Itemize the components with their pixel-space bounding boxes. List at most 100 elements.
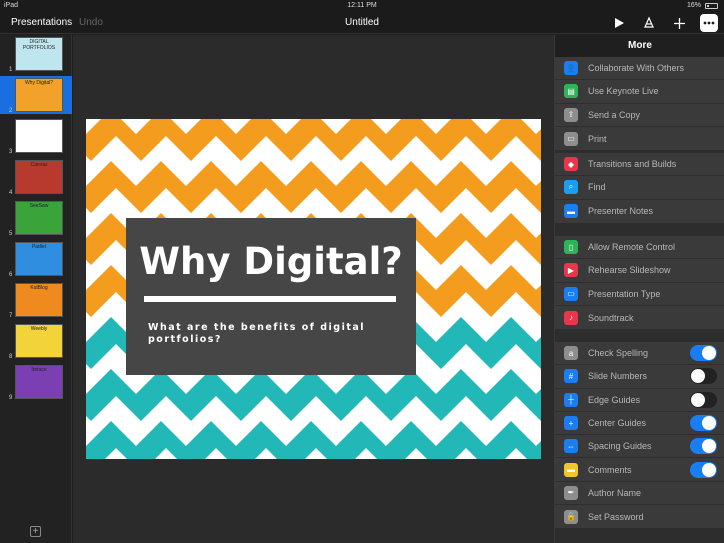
diamond-icon: ◆ [564, 157, 578, 172]
menu-item-center-guides[interactable]: + Center Guides [555, 412, 724, 436]
menu-item-edge-guides[interactable]: ┼ Edge Guides [555, 389, 724, 412]
slide-thumbnail-label: Canvas [30, 162, 48, 168]
share-icon: ⇧ [564, 107, 578, 122]
slide-navigator: 1 DIGITAL PORTFOLIOS 2 Why Digital? 3 4 Canvas… [0, 35, 72, 543]
hash-icon: # [564, 369, 578, 384]
menu-item-label: Send a Copy [588, 109, 641, 120]
toggle-knob [702, 439, 716, 454]
print-icon: ▭ [564, 131, 578, 146]
title-rule [144, 296, 396, 302]
slide-thumbnail-row[interactable]: 1 DIGITAL PORTFOLIOS [0, 35, 72, 73]
spacing-guides-icon: ⇔ [564, 439, 578, 454]
slide-thumbnail[interactable]: Why Digital? [15, 78, 63, 112]
slide-thumbnail-row[interactable]: 3 [0, 117, 72, 155]
menu-group: 👤 Collaborate With Others ▤ Use Keynote Liv… [555, 57, 724, 151]
edge-guides-icon: ┼ [564, 392, 578, 407]
slide-number: 5 [9, 231, 13, 237]
slide-thumbnail-row[interactable]: 9 Ibtrace [0, 363, 72, 401]
slide-title[interactable]: Why Digital? [126, 240, 416, 283]
slide-thumbnail-row[interactable]: 5 SeeSaw [0, 199, 72, 237]
menu-item-slide-numbers[interactable]: # Slide Numbers [555, 365, 724, 389]
slide-thumbnail-label: Ibtrace [31, 367, 47, 373]
lock-icon: 🔒 [564, 509, 578, 524]
panel-title: More [555, 35, 724, 57]
slide-thumbnail-label: Why Digital? [24, 80, 54, 86]
toggle-knob [702, 462, 716, 477]
menu-item-set-password[interactable]: 🔒 Set Password [555, 505, 724, 528]
slide-thumbnail[interactable]: Canvas [15, 160, 63, 194]
slide-thumbnail-row[interactable]: 8 Weebly [0, 322, 72, 360]
menu-item-allow-remote-control[interactable]: ▯ Allow Remote Control [555, 236, 724, 260]
slide-number: 6 [9, 272, 13, 278]
notes-icon: ▬ [564, 204, 578, 219]
slide-thumbnail-label: KidBlog [30, 285, 48, 291]
slide-thumbnail-label: SeeSaw [29, 203, 49, 209]
menu-item-find[interactable]: ⌕ Find [555, 176, 724, 200]
menu-item-label: Check Spelling [588, 348, 649, 359]
menu-item-use-keynote-live[interactable]: ▤ Use Keynote Live [555, 80, 724, 104]
slide-thumbnail[interactable]: Padlet [15, 242, 63, 276]
toggle-switch[interactable] [690, 368, 717, 385]
battery-percent: 16% [686, 2, 701, 9]
menu-item-label: Author Name [588, 487, 642, 498]
toggle-switch[interactable] [690, 345, 717, 362]
menu-item-comments[interactable]: ▬ Comments [555, 458, 724, 482]
toggle-knob [691, 392, 705, 407]
slide-thumbnail[interactable]: SeeSaw [15, 201, 63, 235]
presentations-button[interactable]: Presentations [11, 17, 72, 28]
menu-item-send-a-copy[interactable]: ⇧ Send a Copy [555, 104, 724, 127]
slide-number: 3 [9, 149, 13, 155]
toggle-knob [702, 346, 716, 361]
search-icon: ⌕ [564, 180, 578, 195]
menu-item-presenter-notes[interactable]: ▬ Presenter Notes [555, 200, 724, 223]
slide-subtitle[interactable]: What are the benefits of digital portfol… [148, 322, 398, 346]
menu-item-rehearse-slideshow[interactable]: ▶ Rehearse Slideshow [555, 259, 724, 283]
slide-canvas[interactable]: Why Digital? What are the benefits of di… [73, 35, 554, 543]
slide-thumbnail[interactable]: KidBlog [15, 283, 63, 317]
undo-button[interactable]: Undo [79, 17, 103, 28]
menu-item-transitions-and-builds[interactable]: ◆ Transitions and Builds [555, 153, 724, 177]
slide-thumbnail-row[interactable]: 4 Canvas [0, 158, 72, 196]
format-brush-icon[interactable] [640, 14, 658, 32]
more-icon[interactable] [700, 14, 718, 32]
slide-thumbnail[interactable] [15, 119, 63, 153]
toggle-switch[interactable] [690, 438, 717, 455]
menu-item-label: Comments [588, 464, 632, 475]
title-box[interactable]: Why Digital? What are the benefits of di… [126, 218, 416, 375]
menu-item-print[interactable]: ▭ Print [555, 127, 724, 150]
menu-item-check-spelling[interactable]: a Check Spelling [555, 342, 724, 366]
pen-icon: ✒ [564, 485, 578, 500]
menu-item-author-name[interactable]: ✒ Author Name [555, 482, 724, 506]
slide-thumbnail[interactable]: Weebly [15, 324, 63, 358]
status-bar: iPad 12:11 PM 16% [0, 0, 724, 12]
menu-item-label: Print [588, 133, 607, 144]
slide-number: 1 [9, 67, 13, 73]
slide-thumbnail[interactable]: Ibtrace [15, 365, 63, 399]
music-icon: ♪ [564, 310, 578, 325]
toolbar: Presentations Undo Untitled [0, 12, 724, 34]
play-icon[interactable] [610, 14, 628, 32]
document-title[interactable]: Untitled [345, 17, 379, 28]
toggle-switch[interactable] [690, 461, 717, 478]
toggle-switch[interactable] [690, 391, 717, 408]
current-slide[interactable]: Why Digital? What are the benefits of di… [86, 119, 541, 459]
slide-thumbnail-row[interactable]: 7 KidBlog [0, 281, 72, 319]
add-slide-button[interactable]: + [30, 526, 41, 537]
toggle-switch[interactable] [690, 415, 717, 432]
menu-item-label: Edge Guides [588, 394, 641, 405]
menu-item-collaborate-with-others[interactable]: 👤 Collaborate With Others [555, 57, 724, 81]
slide-number: 2 [9, 108, 13, 114]
slide-thumbnail-row[interactable]: 2 Why Digital? [0, 76, 72, 114]
menu-item-spacing-guides[interactable]: ⇔ Spacing Guides [555, 435, 724, 459]
slide-thumbnail-row[interactable]: 6 Padlet [0, 240, 72, 278]
slide-thumbnail[interactable]: DIGITAL PORTFOLIOS [15, 37, 63, 71]
add-icon[interactable] [670, 14, 688, 32]
menu-item-soundtrack[interactable]: ♪ Soundtrack [555, 306, 724, 329]
menu-item-presentation-type[interactable]: ▭ Presentation Type [555, 283, 724, 306]
menu-item-label: Allow Remote Control [588, 242, 676, 253]
play-icon: ▶ [564, 263, 578, 278]
remote-icon: ▯ [564, 240, 578, 255]
menu-item-label: Set Password [588, 511, 644, 522]
screen-icon: ▭ [564, 286, 578, 301]
slide-number: 4 [9, 190, 13, 196]
